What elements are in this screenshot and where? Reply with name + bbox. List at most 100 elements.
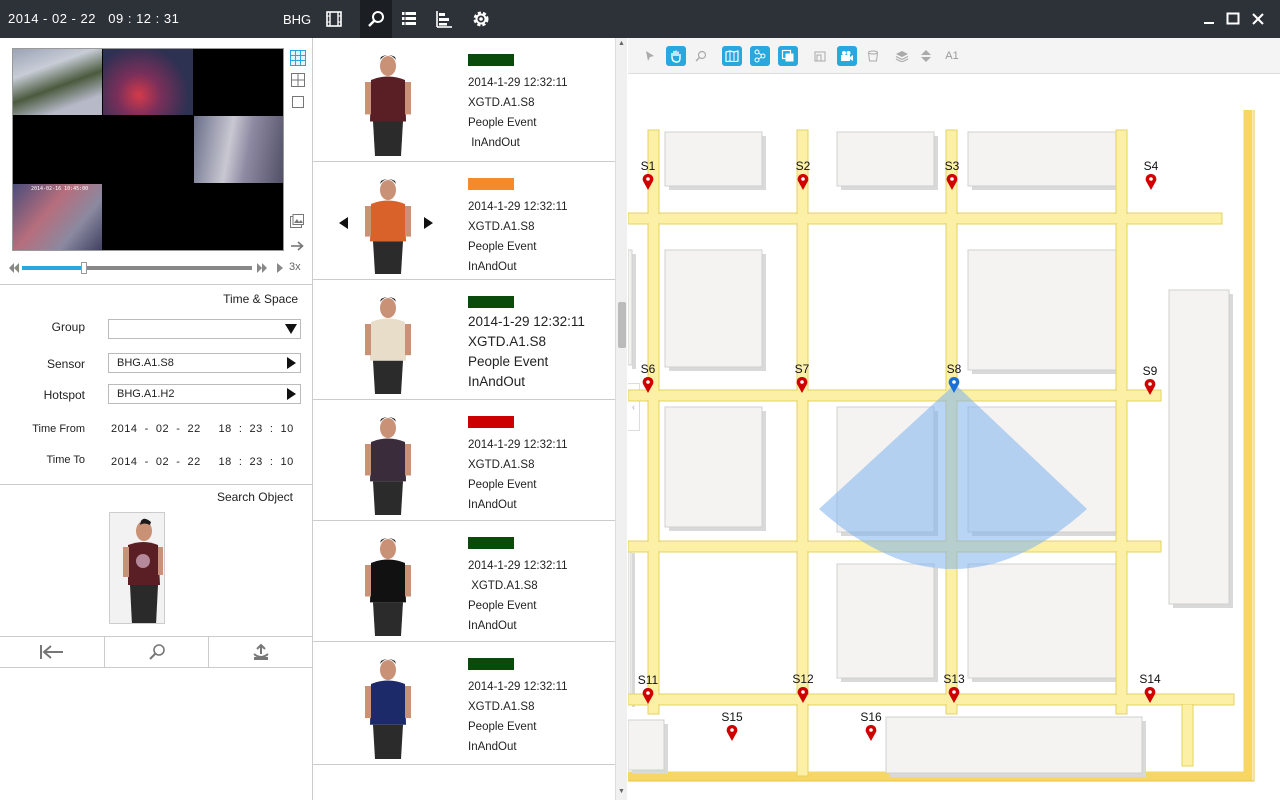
export-button[interactable] (209, 637, 313, 667)
camera-view-8[interactable] (103, 183, 193, 250)
search-icon[interactable] (360, 0, 392, 38)
room-icon[interactable] (810, 46, 830, 66)
floor-switch-icon[interactable] (916, 46, 936, 66)
time-from-label: Time From (32, 423, 85, 435)
person-thumbnail[interactable] (359, 410, 417, 515)
minimize-button[interactable] (1198, 8, 1220, 30)
sensor-label: S13 (943, 672, 965, 686)
result-item[interactable]: 2014-1-29 12:32:11 XGTD.A1.S8 People Event… (313, 400, 615, 521)
person-thumbnail[interactable] (359, 531, 417, 636)
playback-slider[interactable] (22, 262, 252, 274)
building (628, 548, 632, 704)
list-icon[interactable] (393, 0, 425, 38)
sensor-label: Sensor (46, 357, 85, 371)
layers-box-icon[interactable] (778, 46, 798, 66)
time-from-input[interactable]: 2014 - 02 - 22 18 : 23 : 10 (111, 423, 294, 435)
single-view-icon[interactable] (290, 94, 306, 110)
bar-chart-icon[interactable] (428, 0, 460, 38)
result-time: 2014-1-29 12:32:11 (468, 77, 568, 89)
sensor-label: S7 (795, 362, 810, 376)
prev-image-icon[interactable] (339, 217, 348, 232)
map-view-icon[interactable] (722, 46, 742, 66)
grid-2x2-icon[interactable] (290, 72, 306, 88)
person-thumbnail[interactable] (359, 172, 417, 274)
close-button[interactable] (1247, 8, 1269, 30)
result-sensor: XGTD.A1.S8 (468, 221, 535, 233)
group-select[interactable] (108, 319, 301, 339)
bin-icon[interactable] (863, 46, 883, 66)
result-time: 2014-1-29 12:32:11 (468, 314, 585, 329)
time-to-input[interactable]: 2014 - 02 - 22 18 : 23 : 10 (111, 456, 294, 468)
scroll-down-icon[interactable]: ▼ (618, 788, 625, 795)
network-icon[interactable] (750, 46, 770, 66)
camera-icon[interactable] (837, 46, 857, 66)
result-item[interactable]: 2014-1-29 12:32:11 XGTD.A1.S8 People Even… (313, 521, 615, 642)
playback-speed[interactable]: 3x (289, 261, 301, 273)
result-direction: InAndOut (468, 137, 520, 149)
forward-arrow-icon[interactable] (290, 239, 304, 257)
result-item[interactable]: 2014-1-29 12:32:11 XGTD.A1.S8 People Event… (313, 280, 615, 400)
camera-view-9[interactable] (193, 183, 283, 250)
camera-view-5[interactable] (103, 116, 193, 183)
zoom-icon[interactable] (691, 46, 711, 66)
result-direction: InAndOut (468, 374, 526, 389)
sensor-field[interactable]: BHG.A1.S8 (108, 353, 301, 373)
gear-icon[interactable] (465, 0, 497, 38)
camera-view-1[interactable] (13, 49, 103, 116)
result-direction: InAndOut (468, 499, 517, 511)
pan-hand-icon[interactable] (666, 46, 686, 66)
result-sensor: XGTD.A1.S8 (468, 701, 535, 713)
sensor-label: S1 (641, 159, 656, 173)
sensor-pin-s4[interactable]: S4 (1144, 159, 1159, 190)
pointer-icon[interactable] (640, 46, 660, 66)
building (836, 131, 935, 187)
camera-view-3[interactable] (193, 49, 283, 116)
back-to-start-button[interactable] (0, 637, 105, 667)
scroll-thumb[interactable] (618, 302, 626, 348)
search-icon (148, 644, 165, 660)
result-item[interactable]: 2014-1-29 12:32:11 XGTD.A1.S8 People Event… (313, 162, 615, 280)
result-item[interactable]: 2014-1-29 12:32:11 XGTD.A1.S8 People Event… (313, 642, 615, 765)
sensor-label: S8 (947, 362, 962, 376)
results-scrollbar[interactable]: ▲ ▼ (615, 38, 627, 800)
event-color-indicator (468, 296, 514, 308)
fast-forward-icon[interactable] (256, 262, 268, 274)
expand-arrow-icon[interactable] (285, 357, 297, 369)
search-object-image[interactable] (109, 512, 165, 624)
result-item[interactable]: 2014-1-29 12:32:11 XGTD.A1.S8 People Event… (313, 38, 615, 162)
rewind-icon[interactable] (8, 262, 20, 274)
floor-map[interactable]: S1 S2 S3 S4 S6 S7 S8 S9 S11 S12 S13 S14 S15 S16 (628, 74, 1280, 800)
playback-thumb[interactable] (81, 262, 88, 274)
search-object-title: Search Object (216, 490, 293, 504)
person-thumbnail[interactable] (359, 652, 417, 759)
building (628, 249, 633, 366)
result-time: 2014-1-29 12:32:11 (468, 681, 568, 693)
building (967, 131, 1119, 187)
camera-view-2[interactable] (103, 49, 193, 116)
expand-arrow-icon[interactable] (285, 388, 297, 400)
snapshot-icon[interactable] (290, 214, 304, 233)
time-to-label: Time To (46, 454, 85, 466)
layers-icon[interactable] (892, 46, 912, 66)
person-thumbnail[interactable] (359, 290, 417, 394)
floor-label: A1 (945, 50, 959, 62)
scroll-up-icon[interactable]: ▲ (618, 40, 625, 47)
camera-view-4[interactable] (13, 116, 103, 183)
sensor-label: S4 (1144, 159, 1159, 173)
time-space-title: Time & Space (223, 292, 298, 306)
next-image-icon[interactable] (424, 217, 433, 232)
play-icon[interactable] (276, 263, 284, 273)
sensor-pin-s15[interactable]: S15 (721, 710, 743, 741)
sensor-pin-s16[interactable]: S16 (860, 710, 882, 741)
map-toolbar: A1 (628, 38, 1280, 74)
maximize-button[interactable] (1222, 8, 1244, 30)
person-thumbnail[interactable] (359, 48, 417, 156)
camera-view-7[interactable]: 2014-02-16 10:45:00 (13, 183, 103, 250)
grid-3x3-icon[interactable] (290, 50, 306, 66)
result-sensor: XGTD.A1.S8 (468, 97, 535, 109)
results-list: 2014-1-29 12:32:11 XGTD.A1.S8 People Event… (313, 38, 615, 800)
search-button[interactable] (105, 637, 210, 667)
film-icon[interactable] (318, 0, 350, 38)
hotspot-field[interactable]: BHG.A1.H2 (108, 384, 301, 404)
camera-view-6[interactable] (193, 116, 283, 183)
